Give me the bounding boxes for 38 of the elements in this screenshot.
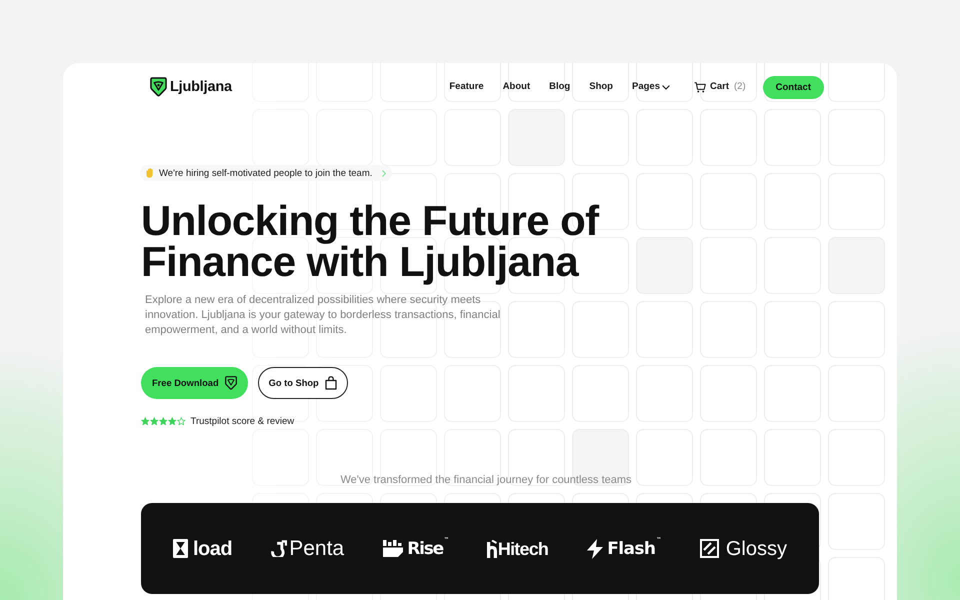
hero-description: Explore a new era of decentralized possibilities where security meets innovation. Ljubljana is your gateway to borderless transactions, financial empowerment, and a world without limits. [145, 293, 502, 338]
hiring-badge[interactable]: We're hiring self-motivated people to join the team. [140, 165, 392, 181]
hand-icon [146, 168, 153, 178]
client-logo-text: Hitech [498, 538, 548, 560]
letter-h-icon [486, 540, 497, 558]
brand-name[interactable]: Ljubljana [170, 79, 232, 95]
nav-link[interactable]: Blog [549, 81, 570, 93]
shield-logo-icon[interactable] [150, 77, 167, 97]
nav-link[interactable]: Feature [449, 81, 484, 93]
client-logo-text: Rise$^{™}$ [407, 538, 448, 560]
chevron-down-icon [662, 84, 670, 90]
striped-square-icon [700, 539, 719, 558]
client-logo-text: Penta [289, 538, 344, 560]
star-icon [141, 416, 150, 426]
cart-link[interactable]: Cart (2) [694, 81, 746, 93]
download-button[interactable]: Free Download [141, 367, 248, 399]
star-icon [168, 416, 176, 426]
cart-icon [694, 82, 706, 92]
client-logo-text: Glossy [726, 538, 787, 560]
chevron-right-icon [382, 170, 386, 176]
shop-button[interactable]: Go to Shop [258, 367, 348, 399]
shield-icon [224, 376, 237, 390]
nav-link[interactable]: Shop [589, 81, 613, 93]
client-logo-text: load [193, 538, 232, 560]
client-logo-text: Flash$^{™}$ [607, 538, 661, 560]
star-icon [150, 416, 158, 426]
lightning-icon [587, 538, 604, 558]
nav-dropdown[interactable]: Pages [632, 81, 670, 93]
star-icon [177, 416, 186, 426]
nav-link[interactable]: About [502, 81, 530, 93]
shopping-bag-icon [324, 376, 337, 390]
clients-caption: We've transformed the financial journey for countless teams [339, 473, 633, 487]
contact-button[interactable]: Contact [762, 76, 824, 98]
star-icon [159, 416, 168, 426]
hourglass-icon [173, 539, 188, 558]
hook-icon [271, 540, 288, 557]
blocks-icon [383, 540, 404, 557]
rating-text: Trustpilot score & review [190, 416, 294, 426]
